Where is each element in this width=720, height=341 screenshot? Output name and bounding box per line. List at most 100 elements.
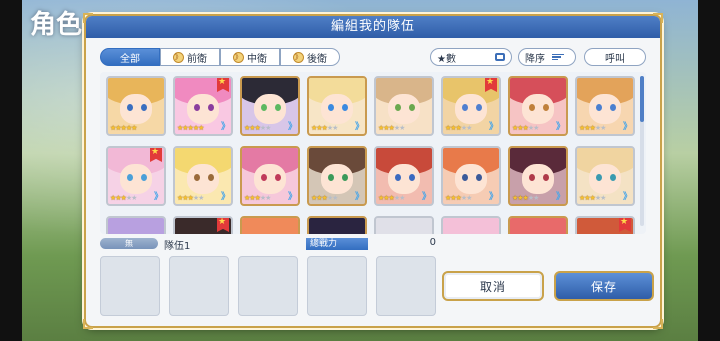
portrait-hair <box>443 218 499 234</box>
character-card[interactable]: ★★★★★ 》 <box>240 146 300 206</box>
rank-icon: 》 <box>622 192 632 202</box>
portrait-face <box>187 94 219 124</box>
empty-team-slot[interactable] <box>307 256 367 316</box>
character-card[interactable]: ★★★★★ 》 <box>240 76 300 136</box>
dialog-title: 編組我的隊伍 <box>86 16 660 38</box>
team-slots <box>100 256 436 316</box>
rank-icon: 》 <box>287 192 297 202</box>
portrait-face <box>388 94 420 124</box>
character-card[interactable]: ★★★★★ 》 <box>106 146 166 206</box>
tab-label: 全部 <box>120 53 140 65</box>
portrait-eye <box>462 104 468 111</box>
rank-icon: 》 <box>421 192 431 202</box>
portrait-eye <box>610 104 616 111</box>
character-card[interactable]: ★★★★★ 》 <box>173 146 233 206</box>
portrait-eye <box>261 104 267 111</box>
empty-team-slot[interactable] <box>169 256 229 316</box>
character-card[interactable]: ★★★★★ <box>508 216 568 234</box>
corner-ornament <box>653 319 663 329</box>
portrait-hair <box>108 218 164 234</box>
character-card[interactable]: ★★★★★ 》 <box>307 76 367 136</box>
portrait-face <box>321 94 353 124</box>
call-button[interactable]: 呼叫 <box>584 48 646 66</box>
portrait-eye <box>328 174 334 181</box>
portrait-eye <box>395 174 401 181</box>
position-icon: 》 <box>173 51 184 63</box>
sort-order-toggle[interactable]: 降序 <box>518 48 576 66</box>
character-card[interactable]: ★★★★★ <box>441 216 501 234</box>
tab-middle[interactable]: 》 中衛 <box>220 48 280 66</box>
character-card[interactable]: ★★★★★ 》 <box>508 76 568 136</box>
tab-front[interactable]: 》 前衛 <box>160 48 220 66</box>
character-card[interactable]: ★★★★★ <box>106 216 166 234</box>
portrait-eye <box>194 174 200 181</box>
character-card[interactable]: ★★★★★ 》 <box>307 146 367 206</box>
team-name: 隊伍1 <box>164 241 191 252</box>
portrait-face <box>589 94 621 124</box>
portrait-eye <box>194 104 200 111</box>
portrait-eye <box>476 104 482 111</box>
tab-all[interactable]: 全部 <box>100 48 160 66</box>
star-rating: ★★★★★ <box>177 194 204 202</box>
rank-icon: 》 <box>622 122 632 132</box>
portrait-hair <box>376 218 432 234</box>
portrait-eye <box>141 104 147 111</box>
portrait-face <box>187 164 219 194</box>
character-card[interactable]: ★★★★★ 》 <box>441 146 501 206</box>
left-letterbox <box>0 0 22 341</box>
rank-icon: 》 <box>153 192 163 202</box>
rank-icon: 》 <box>354 192 364 202</box>
portrait-hair <box>309 218 365 234</box>
character-card[interactable]: ★★★★★ 》 <box>374 146 434 206</box>
portrait-face <box>321 164 353 194</box>
portrait-eye <box>141 174 147 181</box>
empty-team-slot[interactable] <box>376 256 436 316</box>
portrait-eye <box>476 174 482 181</box>
portrait-face <box>388 164 420 194</box>
portrait-face <box>455 164 487 194</box>
star-rating: ★★★★★ <box>311 194 338 202</box>
right-letterbox <box>698 0 720 341</box>
character-card[interactable]: ★★★★★ 》 <box>173 76 233 136</box>
empty-team-slot[interactable] <box>100 256 160 316</box>
rank-icon: 》 <box>555 122 565 132</box>
character-card[interactable]: ★★★★★ 》 <box>575 146 635 206</box>
character-card[interactable]: ★★★★★ 》 <box>441 76 501 136</box>
character-card[interactable]: ★★★★★ <box>374 76 434 136</box>
star-rating: ★★★★★ <box>110 124 137 132</box>
portrait-face <box>522 94 554 124</box>
tab-back[interactable]: 》 後衛 <box>280 48 340 66</box>
character-card[interactable]: ★★★★★ <box>240 216 300 234</box>
character-card[interactable]: ★★★★★ <box>575 216 635 234</box>
character-card[interactable]: ★★★★★ <box>173 216 233 234</box>
portrait-eye <box>395 104 401 111</box>
roster-scrollbar[interactable] <box>640 76 644 226</box>
portrait-eye <box>596 174 602 181</box>
star-rating: ★★★★★ <box>579 194 606 202</box>
character-card[interactable]: ★★★★★ <box>106 76 166 136</box>
save-button[interactable]: 保存 <box>554 271 654 301</box>
character-roster[interactable]: ★★★★★ ★★★★★ 》 ★★★★★ 》 ★★★★★ 》 ★★★★★ ★★★★★ 》 ★★★★★ 》… <box>100 72 646 234</box>
tab-label: 後衛 <box>307 53 327 65</box>
portrait-eye <box>409 174 415 181</box>
empty-team-slot[interactable] <box>238 256 298 316</box>
team-info-bar: 無 隊伍1 總戰力 0 <box>100 237 646 252</box>
tab-label: 中衛 <box>247 53 267 65</box>
scroll-thumb[interactable] <box>640 76 644 122</box>
portrait-eye <box>328 104 334 111</box>
portrait-face <box>254 164 286 194</box>
portrait-face <box>589 164 621 194</box>
character-card[interactable]: ★★★★★ 》 <box>575 76 635 136</box>
character-card[interactable]: ★★★★★ 》 <box>508 146 568 206</box>
portrait-eye <box>596 104 602 111</box>
corner-ornament <box>653 13 663 23</box>
team-tag: 無 <box>100 238 158 249</box>
portrait-eye <box>610 174 616 181</box>
star-rating: ★★★★★ <box>512 124 539 132</box>
sort-field-dropdown[interactable]: ★數 <box>430 48 512 66</box>
rank-icon: 》 <box>287 122 297 132</box>
character-card[interactable]: ★★★★★ <box>307 216 367 234</box>
character-card[interactable]: ★★★★★ <box>374 216 434 234</box>
portrait-eye <box>208 174 214 181</box>
cancel-button[interactable]: 取消 <box>442 271 544 301</box>
